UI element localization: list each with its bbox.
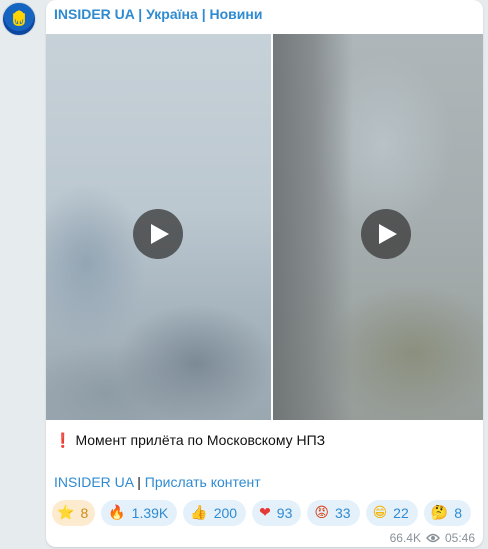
reaction-count: 33 [334, 505, 351, 521]
message-body: Момент прилёта по Московскому НПЗ [75, 432, 326, 448]
view-count: 66.4K [389, 531, 421, 545]
play-icon [379, 224, 397, 244]
reaction-count: 8 [80, 505, 89, 521]
channel-link[interactable]: INSIDER UA [54, 474, 133, 490]
trident-emblem-icon [13, 10, 25, 26]
fire-icon: 🔥 [108, 505, 126, 521]
footer-links: INSIDER UA | Прислать контент [54, 474, 261, 490]
link-separator: | [137, 474, 141, 490]
channel-name[interactable]: INSIDER UA [54, 6, 134, 22]
star-icon: ⭐ [57, 505, 75, 521]
reactions-bar: ⭐ 8 🔥 1.39K 👍 200 ❤ 93 😡 33 😁 22 🤔 8 [52, 500, 471, 526]
message-meta: 66.4K 05:46 [390, 531, 475, 545]
reaction-fire[interactable]: 🔥 1.39K [101, 500, 178, 526]
submit-content-link[interactable]: Прислать контент [145, 474, 261, 490]
heart-icon: ❤ [259, 505, 271, 521]
reaction-grin[interactable]: 😁 22 [365, 500, 418, 526]
message-time: 05:46 [444, 531, 475, 545]
thinking-face-icon: 🤔 [430, 505, 449, 521]
thumbs-up-icon: 👍 [190, 505, 208, 521]
channel-country[interactable]: Україна [146, 6, 198, 22]
channel-section[interactable]: Новини [210, 6, 263, 22]
channel-avatar[interactable] [2, 2, 36, 36]
angry-face-icon: 😡 [314, 505, 329, 521]
message-text: ❗ Момент прилёта по Московскому НПЗ [54, 432, 325, 449]
reaction-count: 1.39K [131, 505, 169, 521]
title-separator: | [138, 6, 143, 22]
video-thumbnail-1[interactable] [46, 34, 271, 420]
exclamation-icon: ❗ [54, 432, 72, 448]
title-separator: | [201, 6, 206, 22]
media-album [46, 34, 483, 420]
reaction-thumbs-up[interactable]: 👍 200 [183, 500, 247, 526]
channel-title[interactable]: INSIDER UA | Україна | Новини [54, 6, 262, 22]
video-thumbnail-2[interactable] [273, 34, 483, 420]
reaction-thinking[interactable]: 🤔 8 [423, 500, 471, 526]
reaction-angry[interactable]: 😡 33 [307, 500, 360, 526]
play-icon [151, 224, 169, 244]
play-button[interactable] [361, 209, 411, 259]
message-bubble: INSIDER UA | Україна | Новини ❗ Момент пр… [46, 0, 483, 547]
reaction-star[interactable]: ⭐ 8 [52, 500, 96, 526]
play-button[interactable] [133, 209, 183, 259]
reaction-count: 22 [393, 505, 409, 521]
reaction-count: 93 [276, 505, 293, 521]
reaction-count: 8 [454, 505, 462, 521]
grin-face-icon: 😁 [372, 505, 388, 521]
reaction-count: 200 [213, 505, 238, 521]
eye-icon [426, 533, 440, 543]
reaction-heart[interactable]: ❤ 93 [252, 500, 302, 526]
